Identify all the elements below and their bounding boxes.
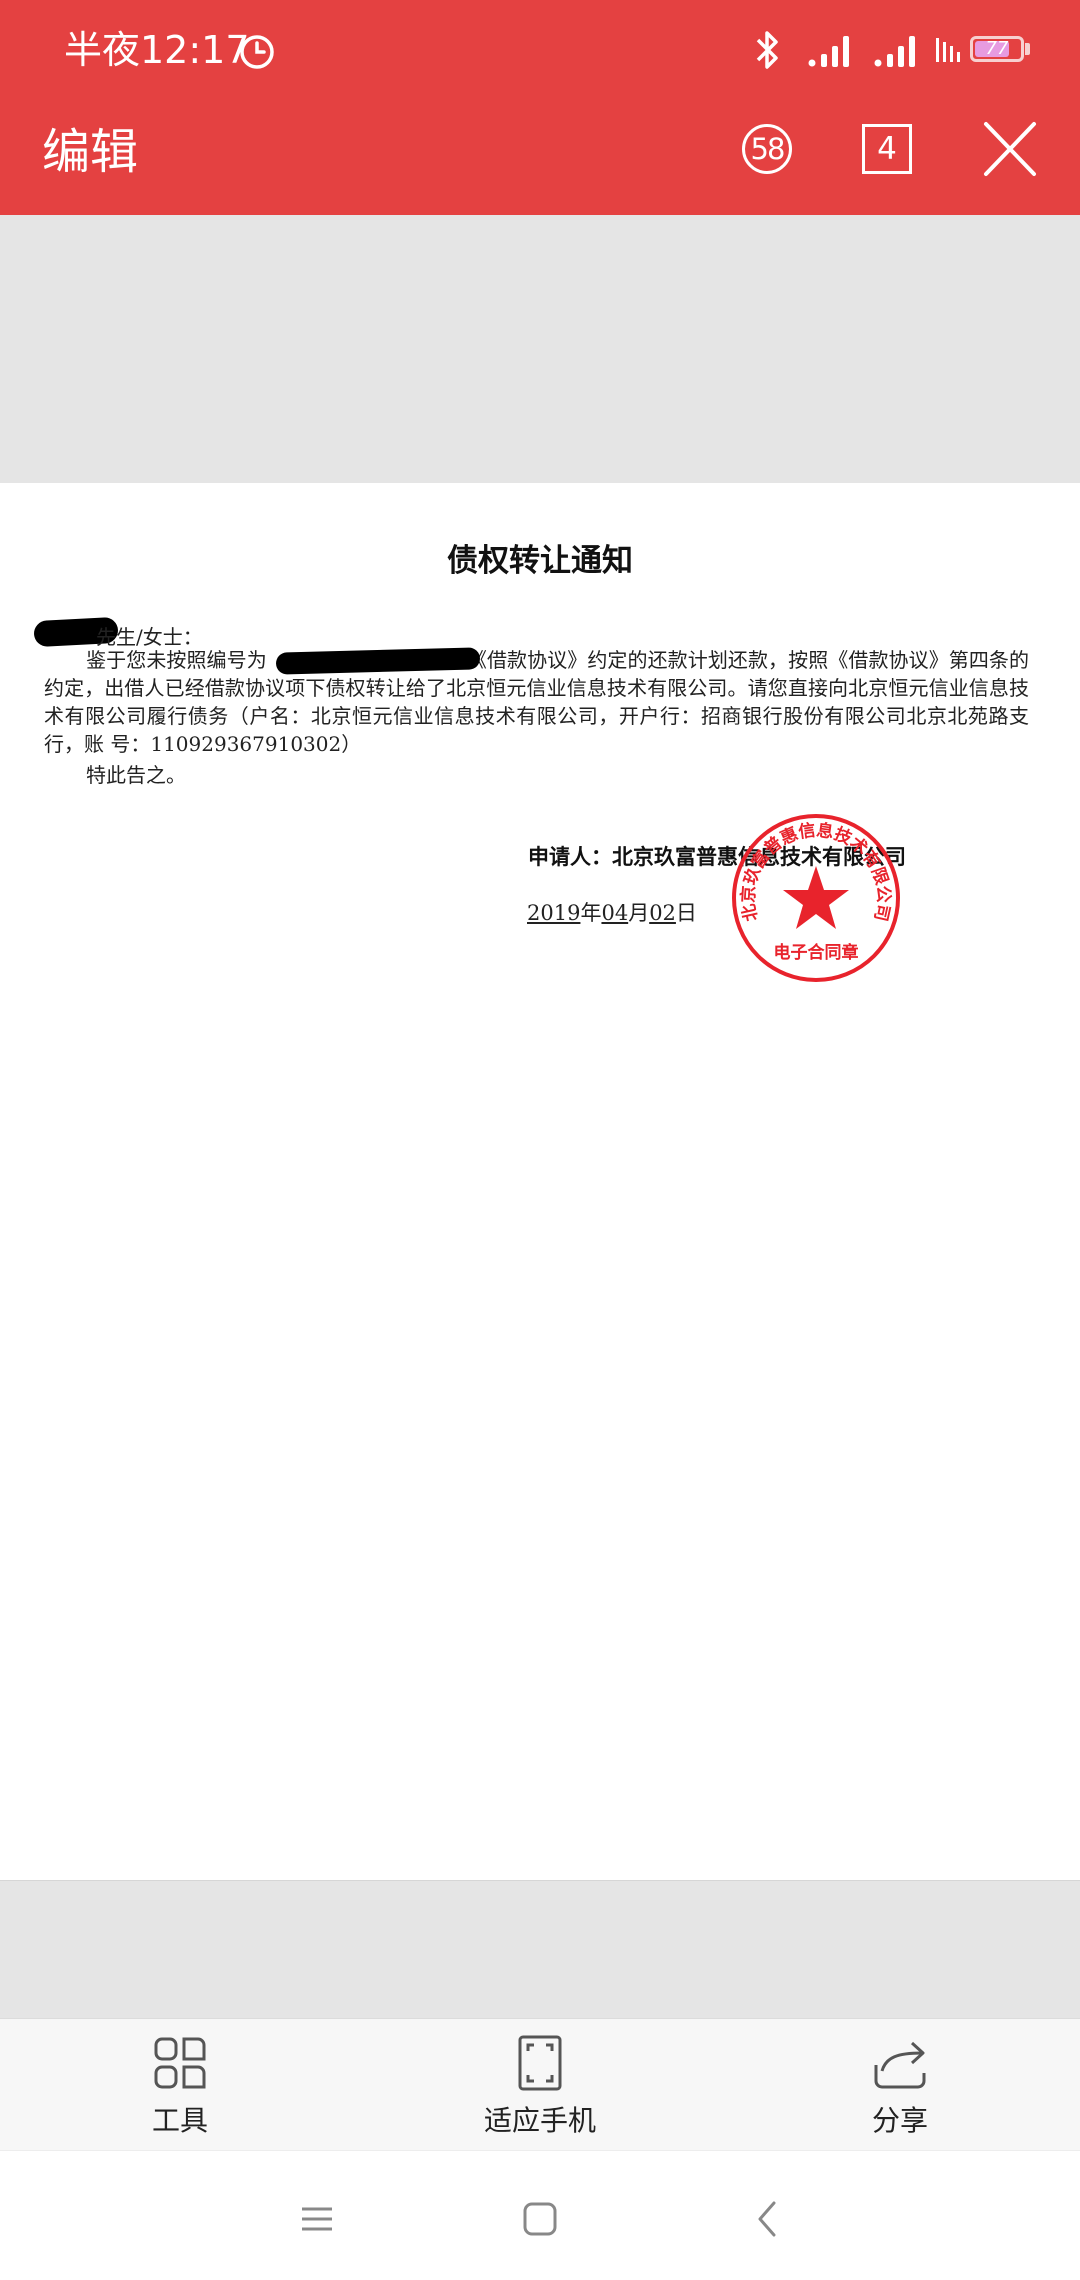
document-body: 鉴于您未按照编号为 《借款协议》约定的还款计划还款，按照《借款协议》第四条的约定，… [44, 646, 1029, 758]
app-header: 半夜12:17 77 编辑 58 4 [0, 0, 1080, 215]
home-icon[interactable] [510, 2189, 570, 2249]
seal-bottom-text: 电子合同章 [774, 942, 859, 963]
status-bar: 半夜12:17 77 [0, 0, 1080, 100]
status-time: 半夜12:17 [64, 28, 250, 72]
fit-screen-icon [518, 2035, 562, 2091]
date-year: 2019 [527, 901, 581, 925]
back-icon[interactable] [738, 2189, 798, 2249]
menu-icon[interactable] [287, 2189, 347, 2249]
alarm-icon [240, 35, 274, 69]
signal-icon [808, 36, 849, 67]
date-year-suffix: 年 [580, 901, 602, 925]
page-count-badge[interactable]: 58 [742, 124, 792, 174]
toolbar: 编辑 58 4 [0, 100, 1080, 215]
close-icon[interactable] [982, 120, 1038, 178]
document-title: 债权转让通知 [447, 543, 633, 579]
date-day-suffix: 日 [675, 901, 697, 925]
bottom-action-bar: 工具 适应手机 分享 [0, 2018, 1080, 2150]
tools-icon [154, 2037, 206, 2089]
bluetooth-icon [756, 31, 778, 69]
body-prefix: 鉴于您未按照编号为 [86, 648, 267, 672]
share-button[interactable]: 分享 [800, 2035, 1000, 2145]
document-margin-top [0, 215, 1080, 483]
current-page-button[interactable]: 4 [862, 124, 912, 174]
date-month-suffix: 月 [628, 901, 650, 925]
document-page[interactable]: 债权转让通知 先生/女士： 鉴于您未按照编号为 《借款协议》约定的还款计划还款，按… [0, 483, 1080, 1880]
signal-icon [874, 36, 915, 67]
wifi-icon [936, 38, 960, 62]
date-line: 2019年04月02日 [527, 897, 697, 927]
tools-label: 工具 [151, 2104, 208, 2137]
system-nav-bar [0, 2150, 1080, 2280]
tools-button[interactable]: 工具 [80, 2035, 280, 2145]
document-margin-bottom [0, 1880, 1080, 2018]
fit-phone-button[interactable]: 适应手机 [440, 2035, 640, 2145]
share-icon [874, 2041, 926, 2089]
share-label: 分享 [871, 2104, 928, 2137]
fit-phone-label: 适应手机 [483, 2104, 596, 2137]
date-day: 02 [649, 901, 676, 925]
battery-cap [1025, 43, 1030, 55]
battery-level: 77 [985, 38, 1009, 59]
date-month: 04 [601, 901, 629, 925]
electronic-contract-seal: 北京玖富普惠信息技术有限公司 电子合同章 [732, 814, 900, 982]
edit-button[interactable]: 编辑 [42, 120, 138, 184]
closing-text: 特此告之。 [86, 763, 186, 787]
